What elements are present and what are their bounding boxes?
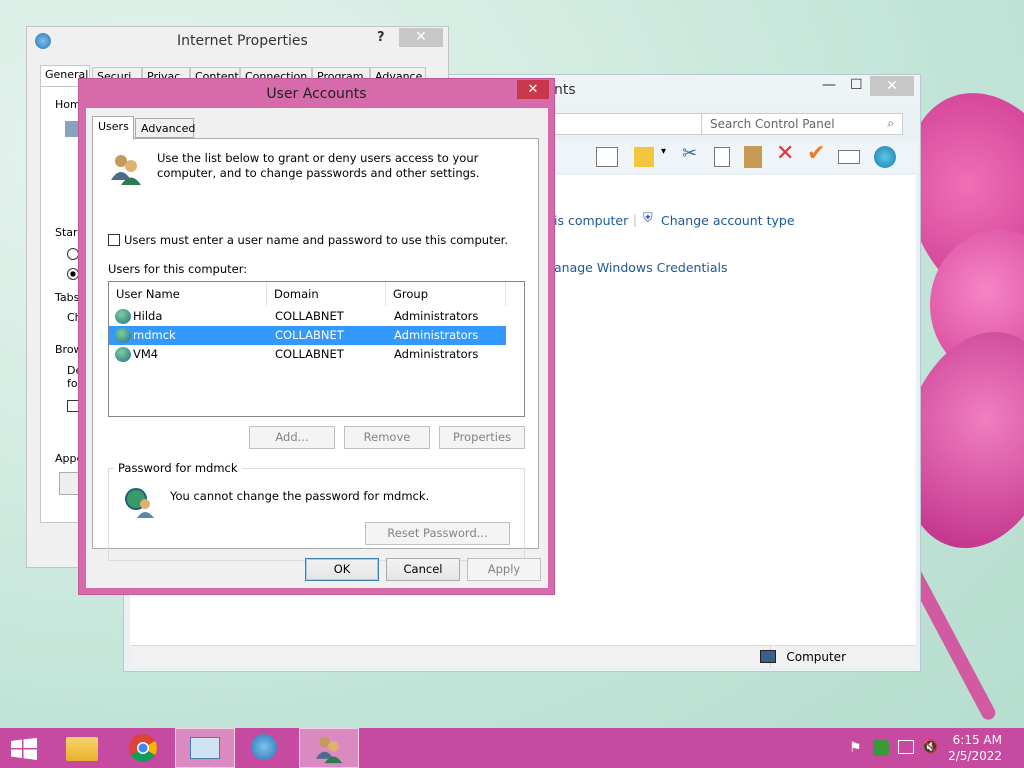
chrome-icon <box>129 734 157 762</box>
search-input[interactable]: Search Control Panel ⌕ <box>701 113 903 135</box>
paste-icon[interactable] <box>744 146 762 168</box>
internet-properties-titlebar[interactable]: Internet Properties ? ✕ <box>27 27 448 55</box>
user-accounts-client: Users Advanced Use the list below to gra… <box>86 108 548 588</box>
properties-icon[interactable] <box>838 150 860 164</box>
internet-options-icon <box>35 33 51 49</box>
column-domain[interactable]: Domain <box>267 282 386 306</box>
search-placeholder: Search Control Panel <box>710 117 835 131</box>
user-row-mdmck[interactable]: mdmck COLLABNET Administrators <box>109 326 506 345</box>
domain-user-icon <box>115 328 131 343</box>
file-explorer-taskbar-button[interactable] <box>52 728 112 768</box>
control-panel-icon <box>190 737 220 759</box>
chrome-taskbar-button[interactable] <box>113 728 173 768</box>
form-label: fo <box>67 377 78 390</box>
manage-credentials-link[interactable]: anage Windows Credentials <box>554 260 727 275</box>
user-domain: COLLABNET <box>275 347 344 361</box>
action-center-icon[interactable]: ⚑ <box>849 740 865 756</box>
domain-user-icon <box>115 347 131 362</box>
user-domain: COLLABNET <box>275 309 344 323</box>
user-row-hilda[interactable]: Hilda COLLABNET Administrators <box>109 307 506 326</box>
copy-icon[interactable] <box>714 147 730 167</box>
reset-password-button[interactable]: Reset Password... <box>365 522 510 545</box>
clock-date: 2/5/2022 <box>948 749 1002 763</box>
user-accounts-taskbar-button[interactable] <box>299 728 359 768</box>
tab-advanced[interactable]: Advanced <box>135 118 195 138</box>
remove-button[interactable]: Remove <box>344 426 430 449</box>
dropdown-arrow-icon[interactable]: ▾ <box>661 146 666 157</box>
this-computer-link[interactable]: is computer <box>554 213 628 228</box>
folder-check-icon[interactable] <box>634 147 654 167</box>
folder-icon <box>66 737 98 761</box>
intro-text: Use the list below to grant or deny user… <box>157 151 480 180</box>
user-accounts-window: User Accounts ✕ Users Advanced Use the l… <box>78 78 555 595</box>
ok-button[interactable]: OK <box>305 558 379 581</box>
user-group: Administrators <box>394 309 479 323</box>
users-list-label: Users for this computer: <box>108 262 248 276</box>
toolbar: ▾ ✂ ✕ ✔ <box>554 141 918 173</box>
checkmark-icon[interactable]: ✔ <box>807 141 825 166</box>
network-tray-icon[interactable] <box>898 740 914 754</box>
close-icon[interactable]: ✕ <box>870 76 914 96</box>
user-group: Administrators <box>394 347 479 361</box>
properties-button[interactable]: Properties <box>439 426 525 449</box>
must-enter-password-row[interactable]: Users must enter a user name and passwor… <box>108 233 508 247</box>
layout-icon[interactable] <box>596 147 618 167</box>
cancel-button[interactable]: Cancel <box>386 558 460 581</box>
start-button[interactable] <box>0 728 50 768</box>
computer-icon <box>760 650 776 663</box>
user-row-vm4[interactable]: VM4 COLLABNET Administrators <box>109 345 506 364</box>
volume-muted-icon[interactable]: 🔇 <box>922 740 938 756</box>
internet-properties-title: Internet Properties <box>177 33 308 49</box>
maximize-icon[interactable]: ☐ <box>850 77 863 97</box>
clock[interactable]: 6:15 AM 2/5/2022 <box>948 732 1002 764</box>
must-enter-password-checkbox[interactable] <box>108 234 120 246</box>
close-button[interactable]: ✕ <box>517 80 549 99</box>
users-list[interactable]: User Name Domain Group Hilda COLLABNET A… <box>108 281 525 417</box>
user-name: Hilda <box>133 309 163 323</box>
delete-icon[interactable]: ✕ <box>776 141 794 166</box>
must-enter-password-label: Users must enter a user name and passwor… <box>124 233 509 247</box>
shield-icon: ⛨ <box>643 211 653 226</box>
link-separator: | <box>633 213 638 227</box>
user-name: mdmck <box>133 328 176 342</box>
column-group[interactable]: Group <box>386 282 506 306</box>
minimize-icon[interactable]: — <box>822 77 836 97</box>
user-name: VM4 <box>133 347 159 361</box>
help-button[interactable]: ? <box>377 30 385 45</box>
user-domain: COLLABNET <box>275 328 344 342</box>
users-icon <box>315 736 343 764</box>
users-list-header: User Name Domain Group <box>109 282 524 306</box>
windows-logo-icon <box>11 738 37 760</box>
status-bar: Computer <box>130 645 916 668</box>
network-icon[interactable] <box>874 146 896 168</box>
users-icon <box>111 155 141 185</box>
password-groupbox: Password for mdmck You cannot change the… <box>108 461 525 561</box>
defender-shield-icon[interactable] <box>873 740 889 756</box>
taskbar: ⚑ 🔇 6:15 AM 2/5/2022 <box>0 728 1024 768</box>
internet-options-taskbar-button[interactable] <box>237 728 297 768</box>
search-icon[interactable]: ⌕ <box>887 116 894 131</box>
control-panel-taskbar-button[interactable] <box>175 728 235 768</box>
close-button[interactable]: ✕ <box>399 28 443 47</box>
apply-button[interactable]: Apply <box>467 558 541 581</box>
internet-options-icon <box>251 734 277 760</box>
clock-time: 6:15 AM <box>952 733 1002 747</box>
users-tab-panel: Use the list below to grant or deny user… <box>92 138 539 561</box>
change-account-type-link[interactable]: Change account type <box>661 213 795 228</box>
status-text: Computer <box>786 650 846 664</box>
column-user-name[interactable]: User Name <box>109 282 267 306</box>
domain-user-icon <box>115 309 131 324</box>
startup-label: Star <box>55 226 78 239</box>
tab-users[interactable]: Users <box>92 116 134 139</box>
password-group-legend: Password for mdmck <box>114 461 242 475</box>
user-globe-icon <box>125 488 154 518</box>
cut-icon[interactable]: ✂ <box>682 143 697 164</box>
user-accounts-title: User Accounts <box>266 86 367 102</box>
tabs-label: Tabs <box>55 291 80 304</box>
add-button[interactable]: Add... <box>249 426 335 449</box>
control-panel-title: nts <box>554 82 576 98</box>
user-group: Administrators <box>394 328 479 342</box>
password-message: You cannot change the password for mdmck… <box>170 489 430 503</box>
